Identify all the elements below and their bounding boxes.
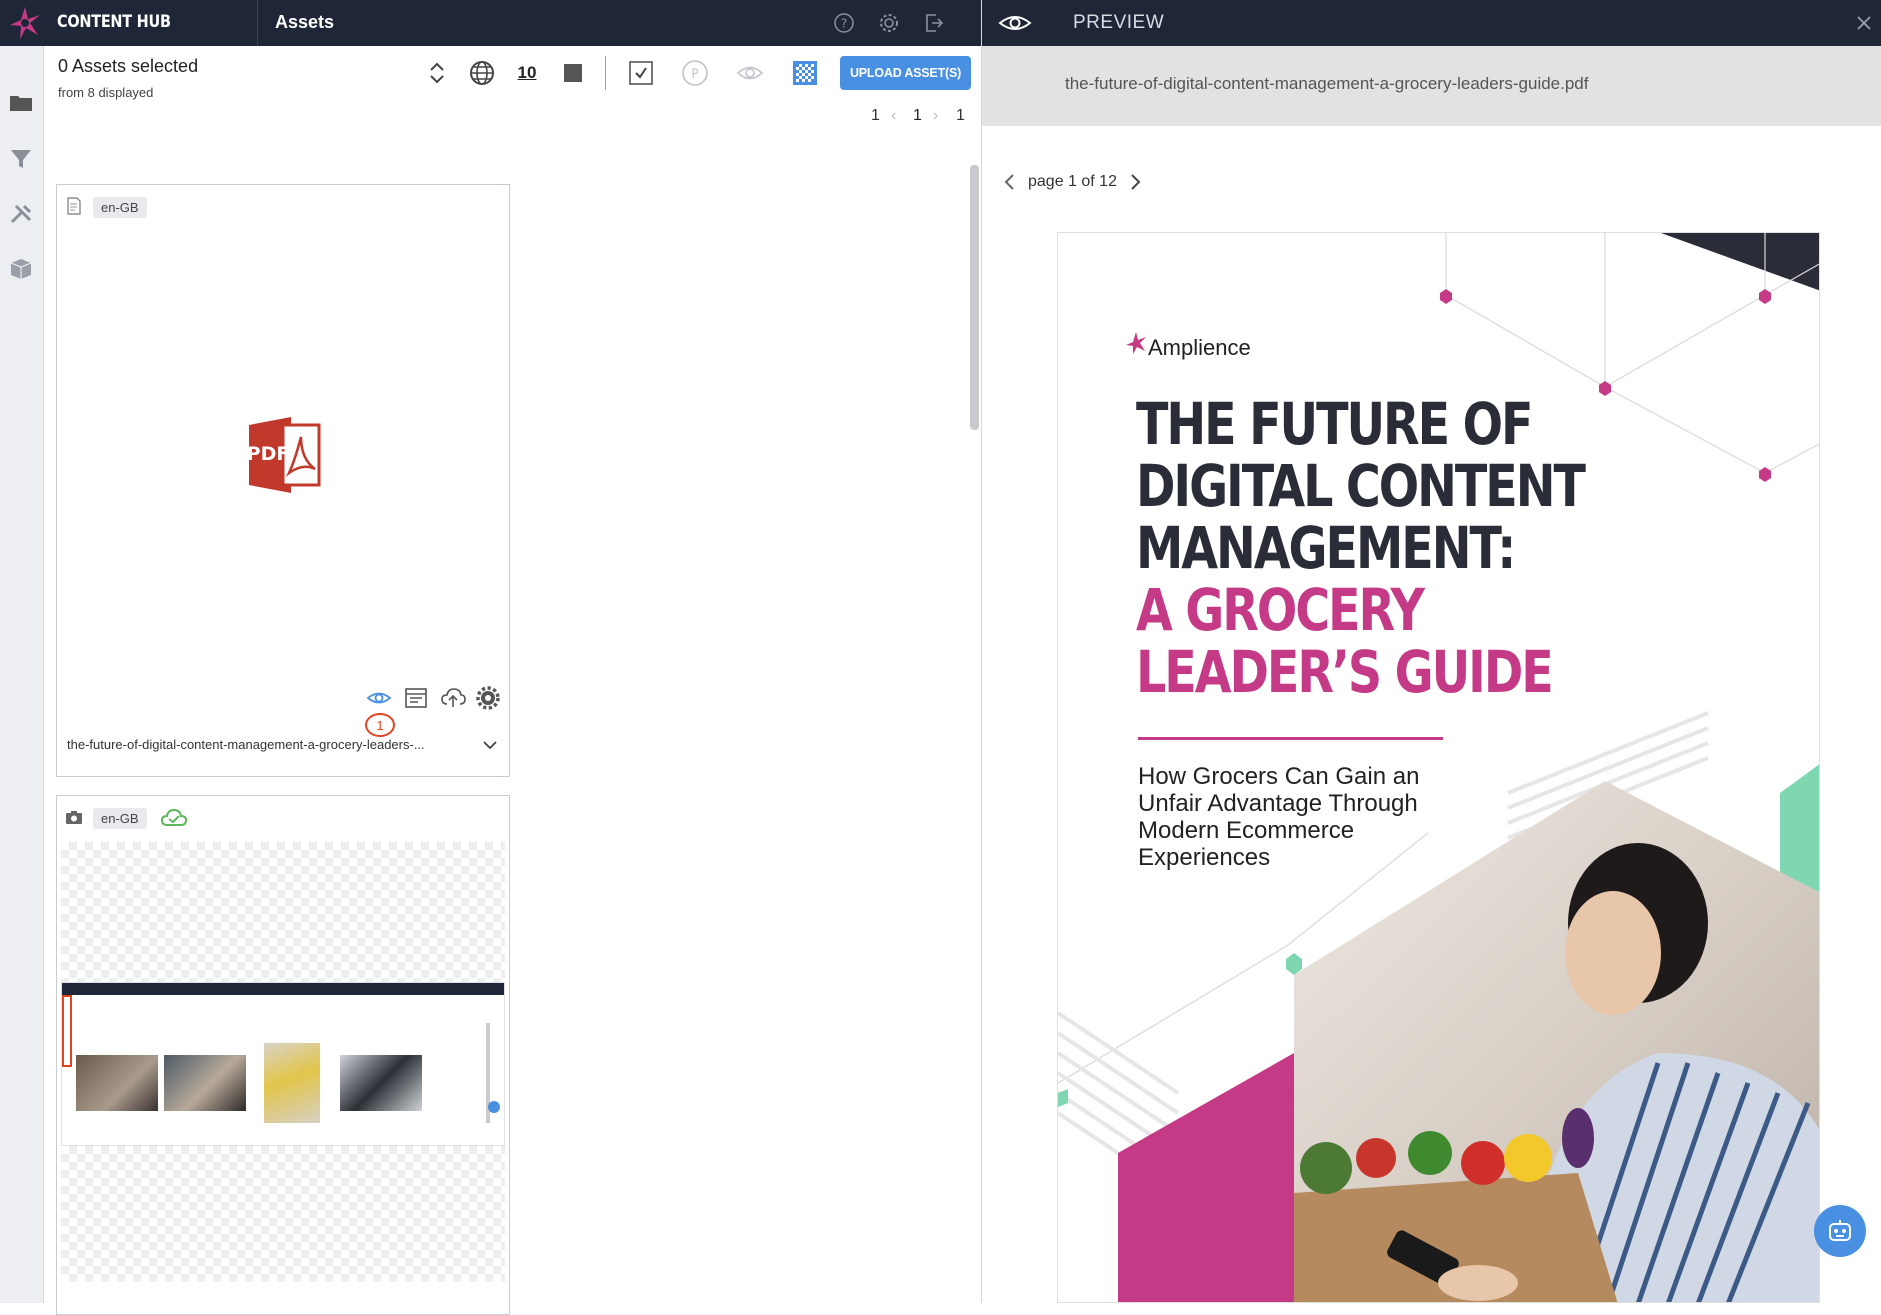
- camera-icon: [66, 811, 82, 824]
- preview-pager: page 1 of 12: [1000, 172, 1145, 192]
- grid-view-icon[interactable]: [558, 58, 588, 88]
- gear-icon[interactable]: [877, 11, 901, 35]
- svg-text:PDF: PDF: [247, 443, 290, 465]
- robot-icon: [1829, 1220, 1851, 1241]
- asset-card[interactable]: en-GB: [56, 795, 510, 1315]
- pager-prev-icon[interactable]: ‹: [891, 107, 896, 125]
- page-size-value: 10: [517, 63, 537, 82]
- chevron-left-icon[interactable]: [1000, 172, 1020, 192]
- doc-title-line: THE FUTURE OF: [1136, 390, 1533, 458]
- cloud-check-icon: [160, 808, 188, 826]
- section-title: Assets: [275, 12, 335, 32]
- locale-tag: en-GB: [93, 197, 147, 218]
- doc-brand: Amplience: [1126, 332, 1251, 361]
- amplience-logo-icon: [1126, 332, 1146, 354]
- displayed-count: from 8 displayed: [58, 85, 154, 100]
- preview-header: PREVIEW: [982, 0, 1881, 46]
- page-size-toggle[interactable]: 10: [512, 58, 542, 88]
- locale-tag: en-GB: [93, 808, 147, 829]
- chatbot-button[interactable]: [1814, 1205, 1866, 1257]
- cloud-upload-icon[interactable]: [440, 685, 466, 711]
- package-icon[interactable]: [8, 256, 34, 282]
- preview-filename: the-future-of-digital-content-management…: [1065, 74, 1589, 93]
- doc-title: THE FUTURE OF DIGITAL CONTENT MANAGEMENT…: [1136, 390, 1586, 706]
- logout-icon[interactable]: [922, 11, 946, 35]
- doc-subtitle: How Grocers Can Gain an Unfair Advantage…: [1138, 763, 1420, 871]
- thumbnail-highlight: [62, 995, 72, 1067]
- settings-gear-icon[interactable]: [475, 685, 501, 711]
- brand-name: CONTENT HUB: [57, 12, 171, 32]
- upload-assets-button[interactable]: UPLOAD ASSET(S): [840, 56, 971, 90]
- preview-filename-bar: the-future-of-digital-content-management…: [982, 46, 1881, 126]
- thumbnail-photo: [340, 1055, 422, 1111]
- chevron-right-icon[interactable]: [1125, 172, 1145, 192]
- asset-filename: the-future-of-digital-content-management…: [67, 737, 425, 752]
- doc-title-line: A GROCERY: [1136, 576, 1425, 644]
- left-rail: [0, 46, 44, 1303]
- preview-pane: PREVIEW the-future-of-digital-content-ma…: [981, 0, 1881, 1303]
- visibility-icon[interactable]: [735, 58, 765, 88]
- pager-first[interactable]: 1: [871, 107, 880, 125]
- pager-last[interactable]: 1: [956, 107, 965, 125]
- thumbnail-photo: [76, 1055, 158, 1111]
- content-hub-logo-icon: [10, 7, 40, 39]
- pager-current: 1: [913, 107, 922, 124]
- asset-card[interactable]: en-GB PDF 1 the-future-of-digital-conten…: [56, 184, 510, 777]
- chevron-down-icon[interactable]: [480, 735, 500, 755]
- preview-title: PREVIEW: [1073, 12, 1165, 33]
- pdf-file-icon: PDF: [247, 417, 321, 493]
- svg-text:?: ?: [841, 17, 847, 31]
- svg-text:P: P: [691, 67, 698, 81]
- pager-next-icon[interactable]: ›: [933, 107, 938, 125]
- metadata-icon[interactable]: [403, 685, 429, 711]
- top-bar: CONTENT HUB Assets ?: [0, 0, 981, 46]
- pdf-page-preview: Amplience THE FUTURE OF DIGITAL CONTENT …: [1057, 232, 1820, 1303]
- thumbnail-header: [62, 983, 504, 995]
- folder-icon[interactable]: [8, 90, 34, 116]
- thumbnail-photo: [164, 1055, 246, 1111]
- selected-count: 0 Assets selected: [58, 56, 199, 76]
- thumbnail-bot-dot: [488, 1101, 500, 1113]
- thumbnail-photo: [264, 1043, 320, 1123]
- list-scrollbar[interactable]: [970, 165, 979, 430]
- filter-icon[interactable]: [8, 146, 34, 172]
- publish-icon[interactable]: P: [680, 58, 710, 88]
- toolbar-divider: [605, 56, 606, 90]
- select-all-checkbox-icon[interactable]: [626, 58, 656, 88]
- document-icon: [67, 197, 81, 215]
- doc-divider: [1138, 737, 1443, 740]
- page-indicator: page 1 of 12: [1028, 173, 1117, 190]
- help-icon[interactable]: ?: [832, 11, 856, 35]
- doc-title-line: LEADER’S GUIDE: [1136, 638, 1554, 706]
- doc-title-line: MANAGEMENT:: [1136, 514, 1516, 582]
- tools-icon[interactable]: [8, 202, 34, 228]
- brand[interactable]: CONTENT HUB: [0, 0, 258, 46]
- screenshot-thumbnail: [61, 982, 505, 1146]
- globe-icon[interactable]: [467, 58, 497, 88]
- doc-title-line: DIGITAL CONTENT: [1136, 452, 1586, 520]
- annotation-badge: 1: [365, 713, 395, 737]
- transparency-grid-icon[interactable]: [790, 58, 820, 88]
- preview-eye-icon: [998, 16, 1032, 30]
- doc-brand-name: Amplience: [1148, 335, 1251, 360]
- preview-eye-icon[interactable]: [366, 685, 392, 711]
- close-icon[interactable]: [1856, 15, 1872, 31]
- sort-icon[interactable]: [422, 58, 452, 88]
